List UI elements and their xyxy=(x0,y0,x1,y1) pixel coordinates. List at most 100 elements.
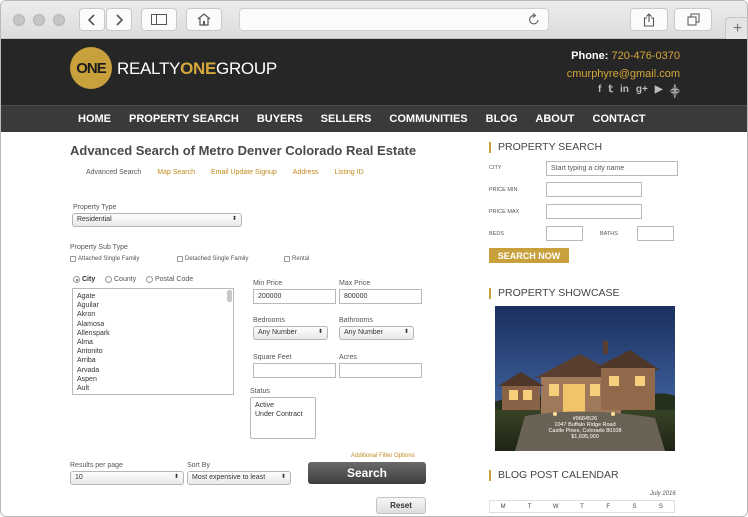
sidebar-toggle-button[interactable] xyxy=(141,8,177,31)
tab-map-search[interactable]: Map Search xyxy=(157,169,195,176)
checkbox-box[interactable] xyxy=(177,256,183,262)
property-showcase-heading: PROPERTY SHOWCASE xyxy=(489,288,620,299)
property-type-value: Residential xyxy=(77,216,112,223)
showcase-photo[interactable]: #9684526 1047 Buffalo Ridge Road Castle … xyxy=(495,306,675,451)
list-item[interactable]: Alamosa xyxy=(77,320,229,329)
nav-sellers[interactable]: SELLERS xyxy=(321,113,372,125)
radio-label: Postal Code xyxy=(155,276,194,283)
list-item[interactable]: Aspen xyxy=(77,375,229,384)
youtube-icon[interactable]: ▶ xyxy=(655,84,663,98)
property-type-select[interactable]: Residential ⬍ xyxy=(72,213,242,227)
list-item[interactable]: Akron xyxy=(77,310,229,319)
checkbox-box[interactable] xyxy=(284,256,290,262)
tab-listing-id[interactable]: Listing ID xyxy=(334,169,363,176)
checkbox-rental[interactable]: Rental xyxy=(284,256,309,262)
scrollbar-thumb[interactable] xyxy=(227,290,232,302)
reset-button[interactable]: Reset xyxy=(376,497,426,514)
list-item[interactable]: Arriba xyxy=(77,356,229,365)
square-feet-input[interactable] xyxy=(253,363,336,378)
list-item[interactable]: Allenspark xyxy=(77,329,229,338)
city-listbox[interactable]: Agate Aguilar Akron Alamosa Allenspark A… xyxy=(72,288,234,395)
list-item[interactable]: Aguilar xyxy=(77,301,229,310)
logo-wordmark[interactable]: REALTYONEGROUP xyxy=(117,59,277,79)
logo-mark[interactable]: ONE xyxy=(70,47,112,89)
forward-button[interactable] xyxy=(106,8,132,31)
list-item[interactable]: Arvada xyxy=(77,366,229,375)
acres-input[interactable] xyxy=(339,363,422,378)
linkedin-icon[interactable]: in xyxy=(620,84,629,98)
list-item[interactable]: Alma xyxy=(77,338,229,347)
twitter-icon[interactable]: 𝕥 xyxy=(608,84,613,98)
search-button[interactable]: Search xyxy=(308,462,426,484)
nav-blog[interactable]: BLOG xyxy=(486,113,518,125)
page-title: Advanced Search of Metro Denver Colorado… xyxy=(70,143,417,158)
email-link[interactable]: cmurphyre@gmail.com xyxy=(567,68,680,80)
chevron-right-icon xyxy=(116,13,123,26)
nav-communities[interactable]: COMMUNITIES xyxy=(389,113,467,125)
status-option-active[interactable]: Active xyxy=(255,401,311,410)
status-listbox[interactable]: Active Under Contract xyxy=(250,397,316,439)
reload-icon[interactable] xyxy=(528,13,540,26)
city-input[interactable]: Start typing a city name xyxy=(546,161,678,176)
nav-home[interactable]: HOME xyxy=(78,113,111,125)
list-item[interactable]: Agate xyxy=(77,292,229,301)
google-plus-icon[interactable]: g+ xyxy=(636,84,648,98)
min-price-input[interactable]: 200000 xyxy=(253,289,336,304)
new-tab-button[interactable]: + xyxy=(725,17,747,39)
radio-county[interactable]: County xyxy=(105,276,136,283)
sidebar-icon xyxy=(151,14,167,25)
tab-address[interactable]: Address xyxy=(293,169,319,176)
nav-property-search[interactable]: PROPERTY SEARCH xyxy=(129,113,239,125)
logo-mark-text: ONE xyxy=(76,59,106,77)
nav-about[interactable]: ABOUT xyxy=(535,113,574,125)
checkbox-attached-single-family[interactable]: Attached Single Family xyxy=(70,256,139,262)
home-button[interactable] xyxy=(186,8,222,31)
search-now-button[interactable]: SEARCH NOW xyxy=(489,248,569,263)
share-button[interactable] xyxy=(630,8,668,31)
calendar-day-label: F xyxy=(606,504,611,510)
rss-icon[interactable]: ⸎ xyxy=(670,84,680,98)
nav-contact[interactable]: CONTACT xyxy=(593,113,646,125)
tabs-icon xyxy=(687,13,699,26)
minimize-window-button[interactable] xyxy=(33,14,45,26)
baths-input[interactable] xyxy=(637,226,674,241)
calendar-day-label: T xyxy=(527,504,532,510)
bathrooms-select[interactable]: Any Number ⬍ xyxy=(339,326,414,340)
radio-button[interactable] xyxy=(73,276,80,283)
baths-label: BATHS xyxy=(600,231,618,237)
bedrooms-select[interactable]: Any Number ⬍ xyxy=(253,326,328,340)
list-item[interactable]: Ault xyxy=(77,384,229,393)
back-button[interactable] xyxy=(79,8,105,31)
facebook-icon[interactable]: f xyxy=(598,84,601,98)
results-per-page-select[interactable]: 10 ⬍ xyxy=(70,471,184,485)
plus-icon: + xyxy=(732,19,743,37)
tabs-overview-button[interactable] xyxy=(674,8,712,31)
checkbox-box[interactable] xyxy=(70,256,76,262)
nav-buyers[interactable]: BUYERS xyxy=(257,113,303,125)
beds-input[interactable] xyxy=(546,226,583,241)
radio-city[interactable]: City xyxy=(73,276,95,283)
max-price-input[interactable]: 800000 xyxy=(339,289,422,304)
zoom-window-button[interactable] xyxy=(53,14,65,26)
checkbox-detached-single-family[interactable]: Detached Single Family xyxy=(177,256,248,262)
list-item[interactable]: Antonito xyxy=(77,347,229,356)
calendar-month: July 2016 xyxy=(650,491,676,497)
home-icon xyxy=(197,13,211,26)
tab-advanced-search[interactable]: Advanced Search xyxy=(86,169,141,176)
tab-email-update-signup[interactable]: Email Update Signup xyxy=(211,169,277,176)
price-min-input[interactable] xyxy=(546,182,642,197)
close-window-button[interactable] xyxy=(13,14,25,26)
radio-label: City xyxy=(82,276,96,283)
site-header: ONE REALTYONEGROUP Phone: 720-476-0370 c… xyxy=(1,39,747,105)
radio-button[interactable] xyxy=(105,276,112,283)
status-option-under-contract[interactable]: Under Contract xyxy=(255,410,311,419)
additional-filter-options-link[interactable]: Additional Filter Options xyxy=(351,453,415,459)
address-bar[interactable] xyxy=(239,8,549,31)
phone-number[interactable]: 720-476-0370 xyxy=(611,50,680,62)
price-max-input[interactable] xyxy=(546,204,642,219)
radio-postal-code[interactable]: Postal Code xyxy=(146,276,193,283)
bathrooms-label: Bathrooms xyxy=(339,317,373,324)
radio-button[interactable] xyxy=(146,276,153,283)
sort-by-select[interactable]: Most expensive to least ⬍ xyxy=(187,471,291,485)
property-search-heading: PROPERTY SEARCH xyxy=(489,142,602,153)
